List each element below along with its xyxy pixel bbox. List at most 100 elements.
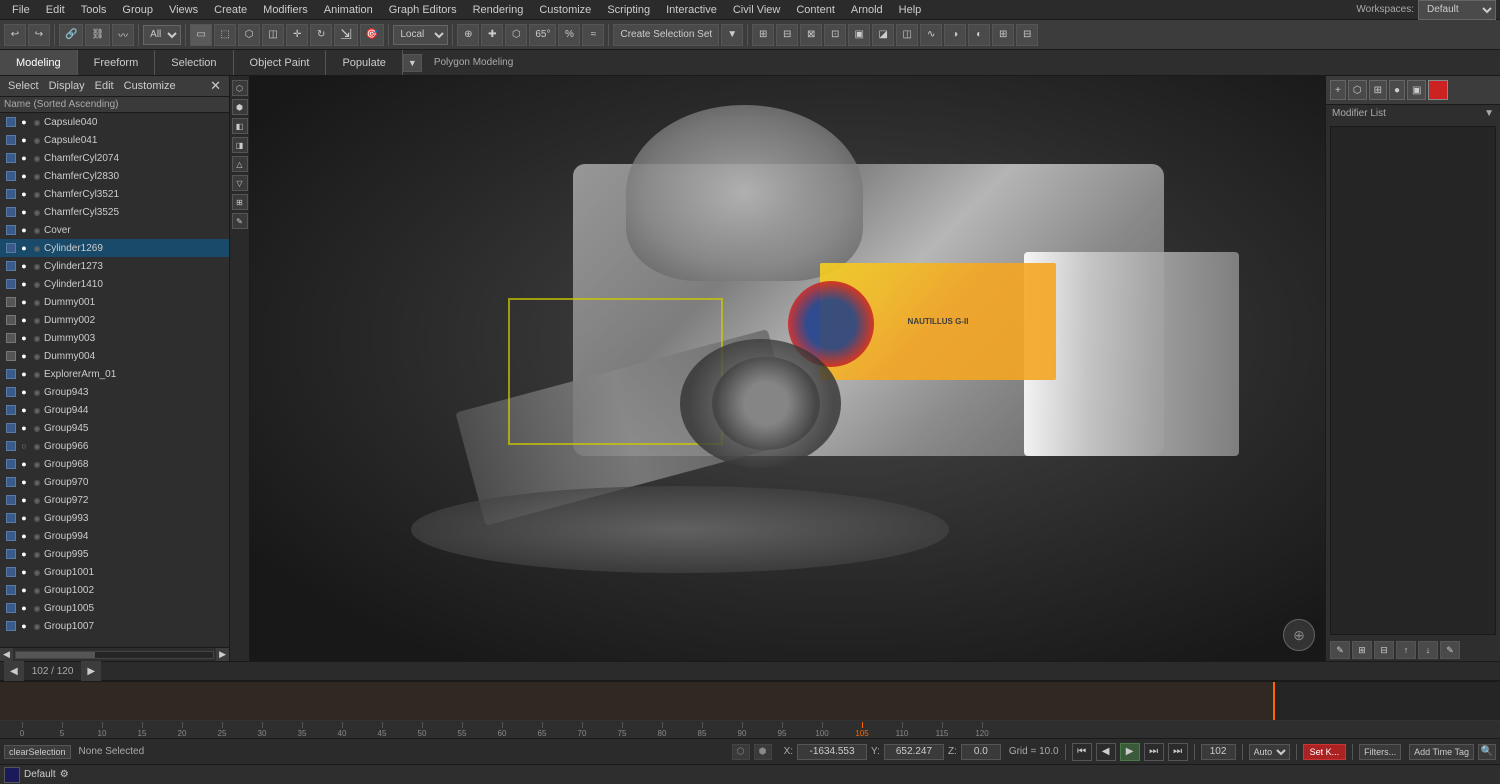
isolate-button[interactable]: ⊡ <box>824 24 846 46</box>
strip-btn-5[interactable]: △ <box>232 156 248 172</box>
tab-object-paint[interactable]: Object Paint <box>234 50 327 75</box>
rp-color-swatch[interactable] <box>1428 80 1448 100</box>
menu-tools[interactable]: Tools <box>73 2 115 18</box>
strip-btn-8[interactable]: ✎ <box>232 213 248 229</box>
strip-btn-1[interactable]: ⬡ <box>232 80 248 96</box>
snap-button[interactable]: ✚ <box>481 24 503 46</box>
select-button[interactable]: ▭ <box>190 24 212 46</box>
scene-item-dummy001[interactable]: ●◉Dummy001 <box>0 293 229 311</box>
clear-selection-button[interactable]: clearSelection <box>4 745 71 759</box>
scene-item-cylinder1269[interactable]: ●◉Cylinder1269 <box>0 239 229 257</box>
playback-icon-1[interactable]: ⬡ <box>732 744 750 760</box>
scroll-track[interactable] <box>15 651 214 659</box>
percent-snap-button[interactable]: % <box>558 24 580 46</box>
workspace-select[interactable]: Default <box>1418 0 1496 20</box>
select-lasso-button[interactable]: ⬚ <box>214 24 236 46</box>
rp-add-button[interactable]: + <box>1330 80 1346 100</box>
scale-button[interactable]: ⇲ <box>334 24 358 46</box>
select-paint-button[interactable]: ⬡ <box>238 24 260 46</box>
scene-item-explorerarm_01[interactable]: ●◉ExplorerArm_01 <box>0 365 229 383</box>
set-key-button[interactable]: Set K... <box>1303 744 1347 760</box>
rp-active-button[interactable]: ● <box>1389 80 1405 100</box>
menu-views[interactable]: Views <box>161 2 206 18</box>
scene-edit-btn[interactable]: Edit <box>91 79 118 93</box>
viewport-render-button[interactable]: ◫ <box>896 24 918 46</box>
scene-item-chamfercyl2830[interactable]: ●◉ChamferCyl2830 <box>0 167 229 185</box>
prev-frame-button[interactable]: ◀ <box>1096 743 1116 761</box>
mod-btn-5[interactable]: ↓ <box>1418 641 1438 659</box>
frame-input[interactable] <box>1201 744 1236 760</box>
menu-arnold[interactable]: Arnold <box>843 2 891 18</box>
rp-render-button[interactable]: ▣ <box>1407 80 1426 100</box>
scene-item-group966[interactable]: ○◉Group966 <box>0 437 229 455</box>
scene-item-group945[interactable]: ●◉Group945 <box>0 419 229 437</box>
menu-help[interactable]: Help <box>891 2 930 18</box>
scene-item-group972[interactable]: ●◉Group972 <box>0 491 229 509</box>
menu-graph-editors[interactable]: Graph Editors <box>381 2 465 18</box>
scene-item-group994[interactable]: ●◉Group994 <box>0 527 229 545</box>
menu-scripting[interactable]: Scripting <box>599 2 658 18</box>
modifier-list-dropdown-arrow[interactable]: ▼ <box>1484 108 1494 119</box>
y-input[interactable] <box>884 744 944 760</box>
panel-close-button[interactable]: ✕ <box>206 78 225 94</box>
menu-customize[interactable]: Customize <box>531 2 599 18</box>
mod-btn-1[interactable]: ✎ <box>1330 641 1350 659</box>
populate-dropdown-button[interactable]: ▼ <box>403 54 422 72</box>
link-button[interactable]: 🔗 <box>59 24 83 46</box>
tab-freeform[interactable]: Freeform <box>78 50 156 75</box>
scene-item-group1001[interactable]: ●◉Group1001 <box>0 563 229 581</box>
scene-item-chamfercyl3525[interactable]: ●◉ChamferCyl3525 <box>0 203 229 221</box>
scene-item-capsule040[interactable]: ●◉Capsule040 <box>0 113 229 131</box>
material2-button[interactable]: ◐ <box>968 24 990 46</box>
scene-item-cover[interactable]: ●◉Cover <box>0 221 229 239</box>
schematic-button[interactable]: ⊞ <box>992 24 1014 46</box>
scene-item-group993[interactable]: ●◉Group993 <box>0 509 229 527</box>
select-region-button[interactable]: ◫ <box>262 24 284 46</box>
container-button[interactable]: ⊟ <box>776 24 798 46</box>
scene-select-btn[interactable]: Select <box>4 79 43 93</box>
rotate-button[interactable]: ↻ <box>310 24 332 46</box>
menu-file[interactable]: File <box>4 2 38 18</box>
scene-item-dummy004[interactable]: ●◉Dummy004 <box>0 347 229 365</box>
transform-button[interactable]: 🎯 <box>360 24 384 46</box>
scene-item-cylinder1410[interactable]: ●◉Cylinder1410 <box>0 275 229 293</box>
bind-button[interactable]: 〰 <box>112 24 134 46</box>
strip-btn-3[interactable]: ◧ <box>232 118 248 134</box>
playback-icon-2[interactable]: ⬢ <box>754 744 772 760</box>
scene-customize-btn[interactable]: Customize <box>120 79 180 93</box>
timeline-track[interactable] <box>0 682 1500 720</box>
mod-btn-2[interactable]: ⊞ <box>1352 641 1372 659</box>
rp-bookmark-button[interactable]: ⬡ <box>1348 80 1367 100</box>
scene-item-group943[interactable]: ●◉Group943 <box>0 383 229 401</box>
play-forward-button[interactable]: ⏭ <box>1144 743 1164 761</box>
rp-group-button[interactable]: ⊞ <box>1369 80 1387 100</box>
tab-selection[interactable]: Selection <box>155 50 233 75</box>
add-time-tag-button[interactable]: Add Time Tag <box>1409 744 1474 760</box>
scene-item-group944[interactable]: ●◉Group944 <box>0 401 229 419</box>
mod-btn-4[interactable]: ↑ <box>1396 641 1416 659</box>
create-sel-dropdown[interactable]: ▼ <box>721 24 743 46</box>
strip-btn-2[interactable]: ⬢ <box>232 99 248 115</box>
scene-display-btn[interactable]: Display <box>45 79 89 93</box>
scene-explorer-button[interactable]: ⊞ <box>752 24 774 46</box>
scene-item-chamfercyl2074[interactable]: ●◉ChamferCyl2074 <box>0 149 229 167</box>
pivot-button[interactable]: ⊕ <box>457 24 479 46</box>
scene-item-group970[interactable]: ●◉Group970 <box>0 473 229 491</box>
scene-item-dummy002[interactable]: ●◉Dummy002 <box>0 311 229 329</box>
menu-create[interactable]: Create <box>206 2 255 18</box>
layer-options-button[interactable]: ⚙ <box>60 769 69 780</box>
curve-button[interactable]: ∿ <box>920 24 942 46</box>
scene-item-group968[interactable]: ●◉Group968 <box>0 455 229 473</box>
scene-item-group1007[interactable]: ●◉Group1007 <box>0 617 229 635</box>
unlink-button[interactable]: ⛓ <box>85 24 110 46</box>
scene-list[interactable]: ●◉Capsule040●◉Capsule041●◉ChamferCyl2074… <box>0 113 229 647</box>
tab-modeling[interactable]: Modeling <box>0 50 78 75</box>
snap2d-button[interactable]: ⬡ <box>505 24 527 46</box>
view-compass[interactable]: ⊕ <box>1283 619 1315 651</box>
strip-btn-4[interactable]: ◨ <box>232 137 248 153</box>
create-selection-set-button[interactable]: Create Selection Set <box>613 24 719 46</box>
scene-item-group1002[interactable]: ●◉Group1002 <box>0 581 229 599</box>
menu-civil-view[interactable]: Civil View <box>725 2 788 18</box>
search-button[interactable]: 🔍 <box>1478 744 1496 760</box>
tab-populate[interactable]: Populate <box>326 50 402 75</box>
